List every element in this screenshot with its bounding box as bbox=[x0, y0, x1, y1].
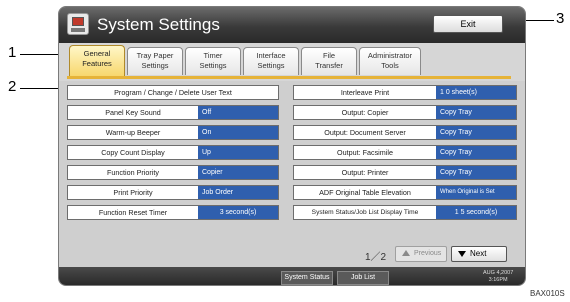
setting-value: 3 second(s) bbox=[198, 206, 278, 219]
setting-label: Program / Change / Delete User Text bbox=[114, 88, 232, 97]
tab-label-line2: Settings bbox=[199, 61, 227, 70]
tab-label-line2: Transfer bbox=[315, 61, 343, 70]
setting-label: Warm-up Beeper bbox=[105, 128, 161, 137]
setting-label: Output: Copier bbox=[341, 108, 389, 117]
settings-content: Program / Change / Delete User Text Pane… bbox=[59, 81, 525, 267]
setting-function-priority[interactable]: Function Priority Copier bbox=[67, 165, 279, 180]
setting-adf-table-elevation[interactable]: ADF Original Table Elevation When Origin… bbox=[293, 185, 517, 200]
setting-value: Up bbox=[198, 146, 278, 159]
title-bar: System Settings Exit bbox=[59, 7, 525, 43]
setting-value: Off bbox=[198, 106, 278, 119]
tab-label-line1: Interface bbox=[256, 51, 286, 60]
tab-file-transfer[interactable]: File Transfer bbox=[301, 47, 357, 75]
tab-interface-settings[interactable]: Interface Settings bbox=[243, 47, 299, 75]
setting-output-printer[interactable]: Output: Printer Copy Tray bbox=[293, 165, 517, 180]
setting-copy-count-display[interactable]: Copy Count Display Up bbox=[67, 145, 279, 160]
setting-label: Print Priority bbox=[113, 188, 153, 197]
setting-value: Copy Tray bbox=[436, 106, 516, 119]
triangle-down-icon bbox=[458, 251, 466, 257]
previous-button[interactable]: Previous bbox=[395, 246, 447, 262]
date-display: AUG 4,2007 bbox=[483, 270, 514, 276]
tab-label-line1: Administrator bbox=[367, 51, 413, 60]
tab-label-line2: Features bbox=[82, 59, 112, 68]
setting-label: Function Reset Timer bbox=[98, 208, 168, 217]
setting-output-facsimile[interactable]: Output: Facsimile Copy Tray bbox=[293, 145, 517, 160]
setting-warm-up-beeper[interactable]: Warm-up Beeper On bbox=[67, 125, 279, 140]
setting-interleave-print[interactable]: Interleave Print 1 0 sheet(s) bbox=[293, 85, 517, 100]
exit-button[interactable]: Exit bbox=[433, 15, 503, 33]
image-code: BAX010S bbox=[530, 289, 565, 298]
job-list-button[interactable]: Job List bbox=[337, 271, 389, 285]
tab-label-line2: Tools bbox=[381, 61, 399, 70]
window-title: System Settings bbox=[97, 15, 220, 34]
tab-label-line1: File bbox=[322, 51, 336, 60]
next-label: Next bbox=[470, 249, 487, 258]
tab-tray-paper-settings[interactable]: Tray Paper Settings bbox=[127, 47, 183, 75]
tab-label-line1: Tray Paper bbox=[136, 51, 174, 60]
setting-output-copier[interactable]: Output: Copier Copy Tray bbox=[293, 105, 517, 120]
setting-label: Output: Document Server bbox=[324, 128, 406, 137]
setting-value: 1 0 sheet(s) bbox=[436, 86, 516, 99]
time-display: 3:16PM bbox=[488, 277, 508, 283]
setting-value: Copy Tray bbox=[436, 126, 516, 139]
setting-label: Function Priority bbox=[107, 168, 159, 177]
tab-timer-settings[interactable]: Timer Settings bbox=[185, 47, 241, 75]
setting-label: Interleave Print bbox=[340, 88, 390, 97]
system-status-button[interactable]: System Status bbox=[281, 271, 333, 285]
callout-2: 2 bbox=[8, 78, 17, 95]
tab-general-features[interactable]: General Features bbox=[69, 45, 125, 77]
settings-panel: System Settings Exit General Features Tr… bbox=[58, 6, 526, 286]
setting-value: 1 5 second(s) bbox=[436, 206, 516, 219]
setting-label: Output: Printer bbox=[341, 168, 389, 177]
setting-label: ADF Original Table Elevation bbox=[319, 188, 411, 197]
setting-output-document-server[interactable]: Output: Document Server Copy Tray bbox=[293, 125, 517, 140]
page-number: 1／2 bbox=[365, 252, 387, 263]
setting-value: When Original is Set bbox=[436, 186, 516, 199]
setting-label: System Status/Job List Display Time bbox=[311, 209, 419, 216]
status-bar: System Status Job List AUG 4,2007 3:16PM bbox=[59, 267, 525, 285]
setting-label: Output: Facsimile bbox=[337, 148, 393, 157]
setting-status-display-time[interactable]: System Status/Job List Display Time 1 5 … bbox=[293, 205, 517, 220]
setting-value: Copy Tray bbox=[436, 146, 516, 159]
tab-administrator-tools[interactable]: Administrator Tools bbox=[359, 47, 421, 75]
setting-value: On bbox=[198, 126, 278, 139]
triangle-up-icon bbox=[402, 250, 410, 256]
setting-panel-key-sound[interactable]: Panel Key Sound Off bbox=[67, 105, 279, 120]
setting-value: Job Order bbox=[198, 186, 278, 199]
next-button[interactable]: Next bbox=[451, 246, 507, 262]
setting-user-text[interactable]: Program / Change / Delete User Text bbox=[67, 85, 279, 100]
tab-label-line1: Timer bbox=[203, 51, 223, 60]
callout-1: 1 bbox=[8, 44, 17, 61]
tab-bar: General Features Tray Paper Settings Tim… bbox=[59, 43, 525, 81]
tab-label-line2: Settings bbox=[257, 61, 285, 70]
setting-label: Panel Key Sound bbox=[105, 108, 161, 117]
tab-label-line2: Settings bbox=[141, 61, 169, 70]
setting-print-priority[interactable]: Print Priority Job Order bbox=[67, 185, 279, 200]
active-tab-underline bbox=[67, 76, 511, 79]
system-settings-icon bbox=[67, 13, 89, 35]
previous-label: Previous bbox=[414, 250, 442, 257]
setting-function-reset-timer[interactable]: Function Reset Timer 3 second(s) bbox=[67, 205, 279, 220]
clock: AUG 4,2007 3:16PM bbox=[483, 270, 513, 284]
setting-label: Copy Count Display bbox=[101, 148, 165, 157]
callout-3: 3 bbox=[556, 10, 565, 27]
tab-label-line1: General bbox=[83, 49, 111, 58]
setting-value: Copier bbox=[198, 166, 278, 179]
setting-value: Copy Tray bbox=[436, 166, 516, 179]
